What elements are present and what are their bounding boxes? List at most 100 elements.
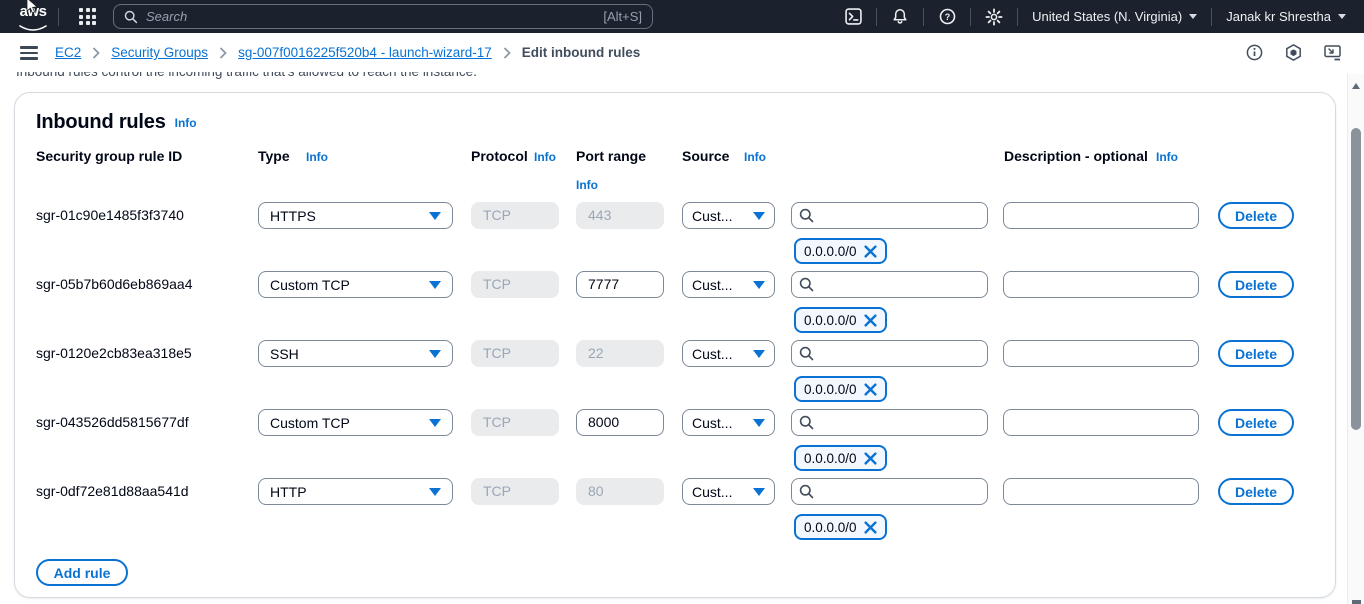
source-select[interactable]: Cust... (682, 478, 775, 505)
amazon-q-icon[interactable] (1285, 44, 1302, 61)
inbound-rules-panel: Inbound rules Info Security group rule I… (14, 92, 1336, 598)
side-menu-icon[interactable] (20, 46, 38, 63)
remove-cidr-icon[interactable] (864, 452, 877, 465)
description-input[interactable] (1003, 409, 1199, 436)
delete-rule-button[interactable]: Delete (1218, 409, 1294, 436)
inbound-rules-info-link[interactable]: Info (175, 116, 197, 130)
security-group-rule-id: sgr-05b7b60d6eb869aa4 (36, 271, 192, 298)
type-select[interactable]: HTTP (258, 478, 453, 505)
scrollbar-up-arrow-icon[interactable] (1352, 83, 1360, 89)
aws-smile-arc (18, 25, 48, 32)
scrollbar-thumb[interactable] (1351, 128, 1361, 430)
delete-rule-button[interactable]: Delete (1218, 478, 1294, 505)
remove-cidr-icon[interactable] (864, 383, 877, 396)
topbar-divider (58, 8, 59, 26)
source-search-input[interactable] (791, 340, 988, 367)
info-icon[interactable] (1246, 44, 1263, 61)
settings-gear-icon[interactable] (977, 8, 1011, 26)
scrollbar-down-arrow-icon[interactable] (1352, 600, 1361, 604)
chevron-down-icon (753, 488, 765, 496)
port-range-input[interactable]: 8000 (576, 409, 664, 436)
chevron-down-icon (753, 350, 765, 358)
remove-cidr-icon[interactable] (864, 314, 877, 327)
description-info-link[interactable]: Info (1156, 150, 1178, 164)
type-select[interactable]: Custom TCP (258, 271, 453, 298)
remove-cidr-icon[interactable] (864, 521, 877, 534)
protocol-info-link[interactable]: Info (534, 150, 556, 164)
topbar-divider (923, 8, 924, 26)
source-select[interactable]: Cust... (682, 271, 775, 298)
protocol-field: TCP (471, 478, 559, 505)
chevron-down-icon (429, 281, 441, 289)
vertical-scrollbar[interactable] (1347, 74, 1364, 604)
port-range-input[interactable]: 7777 (576, 271, 664, 298)
breadcrumb: EC2 Security Groups sg-007f0016225f520b4… (55, 33, 640, 72)
chevron-down-icon (429, 350, 441, 358)
chevron-down-icon (429, 419, 441, 427)
add-rule-button[interactable]: Add rule (36, 559, 128, 586)
source-search-input[interactable] (791, 478, 988, 505)
breadcrumb-bar: EC2 Security Groups sg-007f0016225f520b4… (0, 33, 1364, 72)
inbound-rule-row: sgr-01c90e1485f3f3740 HTTPS TCP 443 Cust… (15, 202, 1337, 266)
source-info-link[interactable]: Info (744, 150, 766, 164)
column-header-type: Type (258, 148, 290, 164)
delete-rule-button[interactable]: Delete (1218, 271, 1294, 298)
breadcrumb-chevron-icon (92, 47, 100, 59)
search-icon (799, 208, 814, 223)
cloudshell-icon[interactable] (836, 8, 870, 25)
source-select[interactable]: Cust... (682, 340, 775, 367)
search-icon (124, 10, 138, 24)
chevron-down-icon (429, 488, 441, 496)
description-input[interactable] (1003, 202, 1199, 229)
notifications-bell-icon[interactable] (883, 8, 917, 25)
port-range-info-link[interactable]: Info (576, 178, 598, 192)
remove-cidr-icon[interactable] (864, 245, 877, 258)
inbound-rule-row: sgr-043526dd5815677df Custom TCP TCP 800… (15, 409, 1337, 473)
source-search-input[interactable] (791, 409, 988, 436)
column-header-protocol: Protocol (471, 148, 528, 164)
type-select[interactable]: SSH (258, 340, 453, 367)
description-input[interactable] (1003, 478, 1199, 505)
breadcrumb-link-security-group-id[interactable]: sg-007f0016225f520b4 - launch-wizard-17 (238, 45, 492, 60)
account-menu[interactable]: Janak kr Shrestha (1218, 9, 1354, 24)
column-header-description: Description - optional (1004, 148, 1148, 164)
description-input[interactable] (1003, 271, 1199, 298)
security-group-rule-id: sgr-01c90e1485f3f3740 (36, 202, 184, 229)
type-select[interactable]: HTTPS (258, 202, 453, 229)
chevron-down-icon (1189, 14, 1197, 19)
topbar-divider (1211, 8, 1212, 26)
port-range-input: 443 (576, 202, 664, 229)
port-range-input: 22 (576, 340, 664, 367)
services-grid-icon[interactable] (79, 8, 96, 25)
protocol-field: TCP (471, 271, 559, 298)
source-search-input[interactable] (791, 271, 988, 298)
source-cidr-chip: 0.0.0.0/0 (794, 238, 887, 264)
region-selector[interactable]: United States (N. Virginia) (1024, 9, 1205, 24)
screen-share-icon[interactable] (1324, 45, 1342, 61)
security-group-rule-id: sgr-043526dd5815677df (36, 409, 189, 436)
delete-rule-button[interactable]: Delete (1218, 202, 1294, 229)
source-search-input[interactable] (791, 202, 988, 229)
protocol-field: TCP (471, 409, 559, 436)
breadcrumb-link-ec2[interactable]: EC2 (55, 45, 81, 60)
search-icon (799, 484, 814, 499)
type-select[interactable]: Custom TCP (258, 409, 453, 436)
type-info-link[interactable]: Info (306, 150, 328, 164)
protocol-field: TCP (471, 340, 559, 367)
port-range-input: 80 (576, 478, 664, 505)
breadcrumb-link-security-groups[interactable]: Security Groups (111, 45, 208, 60)
search-icon (799, 277, 814, 292)
search-input[interactable] (146, 9, 595, 24)
security-group-rule-id: sgr-0120e2cb83ea318e5 (36, 340, 192, 367)
breadcrumb-current-page: Edit inbound rules (522, 45, 641, 60)
source-cidr-chip: 0.0.0.0/0 (794, 514, 887, 540)
source-select[interactable]: Cust... (682, 409, 775, 436)
search-icon (799, 346, 814, 361)
source-select[interactable]: Cust... (682, 202, 775, 229)
delete-rule-button[interactable]: Delete (1218, 340, 1294, 367)
description-input[interactable] (1003, 340, 1199, 367)
global-search[interactable]: [Alt+S] (113, 4, 653, 29)
account-label: Janak kr Shrestha (1226, 9, 1331, 24)
help-icon[interactable]: ? (930, 8, 964, 25)
source-cidr-chip: 0.0.0.0/0 (794, 445, 887, 471)
